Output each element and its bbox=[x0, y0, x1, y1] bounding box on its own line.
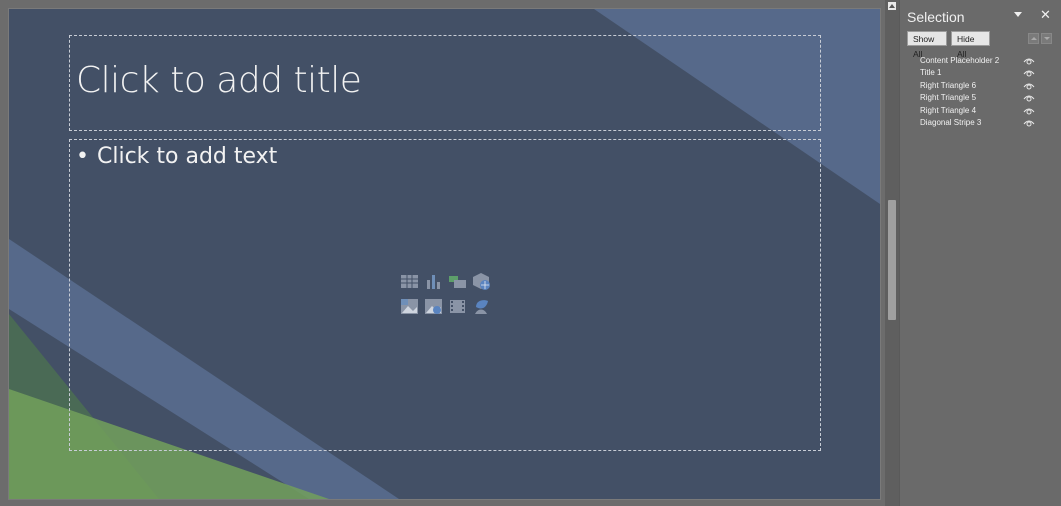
title-placeholder[interactable]: Click to add title bbox=[69, 35, 821, 131]
visibility-eye-icon[interactable] bbox=[1023, 93, 1035, 103]
list-item[interactable]: Title 1 bbox=[900, 68, 1061, 80]
list-item[interactable]: Right Triangle 6 bbox=[900, 81, 1061, 93]
slide-editing-area[interactable]: Click to add title • Click to add text bbox=[0, 0, 885, 506]
insert-smartart-icon[interactable] bbox=[448, 272, 467, 291]
scroll-up-icon[interactable] bbox=[888, 2, 896, 10]
layer-name: Right Triangle 6 bbox=[920, 80, 977, 90]
layer-name: Right Triangle 5 bbox=[920, 93, 977, 103]
insert-video-icon[interactable] bbox=[448, 297, 467, 316]
insert-3d-model-icon[interactable] bbox=[472, 272, 491, 291]
selection-list: Content Placeholder 2 Title 1 Right Tria… bbox=[900, 56, 1061, 130]
insert-picture-icon[interactable] bbox=[400, 297, 419, 316]
title-placeholder-text: Click to add title bbox=[76, 60, 362, 101]
content-placeholder-text: Click to add text bbox=[96, 144, 278, 169]
visibility-eye-icon[interactable] bbox=[1023, 68, 1035, 78]
scroll-thumb[interactable] bbox=[888, 200, 896, 320]
insert-table-icon[interactable] bbox=[400, 272, 419, 291]
selection-pane-title: Selection bbox=[907, 9, 965, 25]
content-bullet-row: • Click to add text bbox=[76, 144, 277, 169]
show-all-button[interactable]: Show All bbox=[907, 31, 947, 59]
hide-all-button[interactable]: Hide All bbox=[951, 31, 990, 59]
insert-online-picture-icon[interactable] bbox=[424, 297, 443, 316]
content-placeholder[interactable]: • Click to add text bbox=[69, 139, 821, 451]
layer-name: Diagonal Stripe 3 bbox=[920, 117, 982, 127]
pane-options-chevron-down-icon[interactable] bbox=[1014, 12, 1022, 17]
close-icon[interactable]: ✕ bbox=[1040, 7, 1051, 23]
visibility-eye-icon[interactable] bbox=[1023, 118, 1035, 128]
send-backward-button[interactable] bbox=[1041, 33, 1052, 44]
visibility-eye-icon[interactable] bbox=[1023, 81, 1035, 91]
insert-icons-icon[interactable] bbox=[472, 297, 491, 316]
slide[interactable]: Click to add title • Click to add text bbox=[8, 8, 881, 500]
layer-name: Title 1 bbox=[920, 68, 942, 78]
list-item[interactable]: Diagonal Stripe 3 bbox=[900, 118, 1061, 130]
layer-name: Right Triangle 4 bbox=[920, 105, 977, 115]
selection-pane: Selection ✕ Show All Hide All Content Pl… bbox=[900, 0, 1061, 506]
list-item[interactable]: Right Triangle 5 bbox=[900, 93, 1061, 105]
visibility-eye-icon[interactable] bbox=[1023, 56, 1035, 66]
bring-forward-button[interactable] bbox=[1028, 33, 1039, 44]
insert-content-icons bbox=[400, 272, 492, 318]
bullet-dot: • bbox=[76, 144, 89, 169]
list-item[interactable]: Content Placeholder 2 bbox=[900, 56, 1061, 68]
insert-chart-icon[interactable] bbox=[424, 272, 443, 291]
visibility-eye-icon[interactable] bbox=[1023, 106, 1035, 116]
vertical-scrollbar[interactable] bbox=[885, 0, 899, 506]
list-item[interactable]: Right Triangle 4 bbox=[900, 106, 1061, 118]
layer-name: Content Placeholder 2 bbox=[920, 56, 1000, 65]
